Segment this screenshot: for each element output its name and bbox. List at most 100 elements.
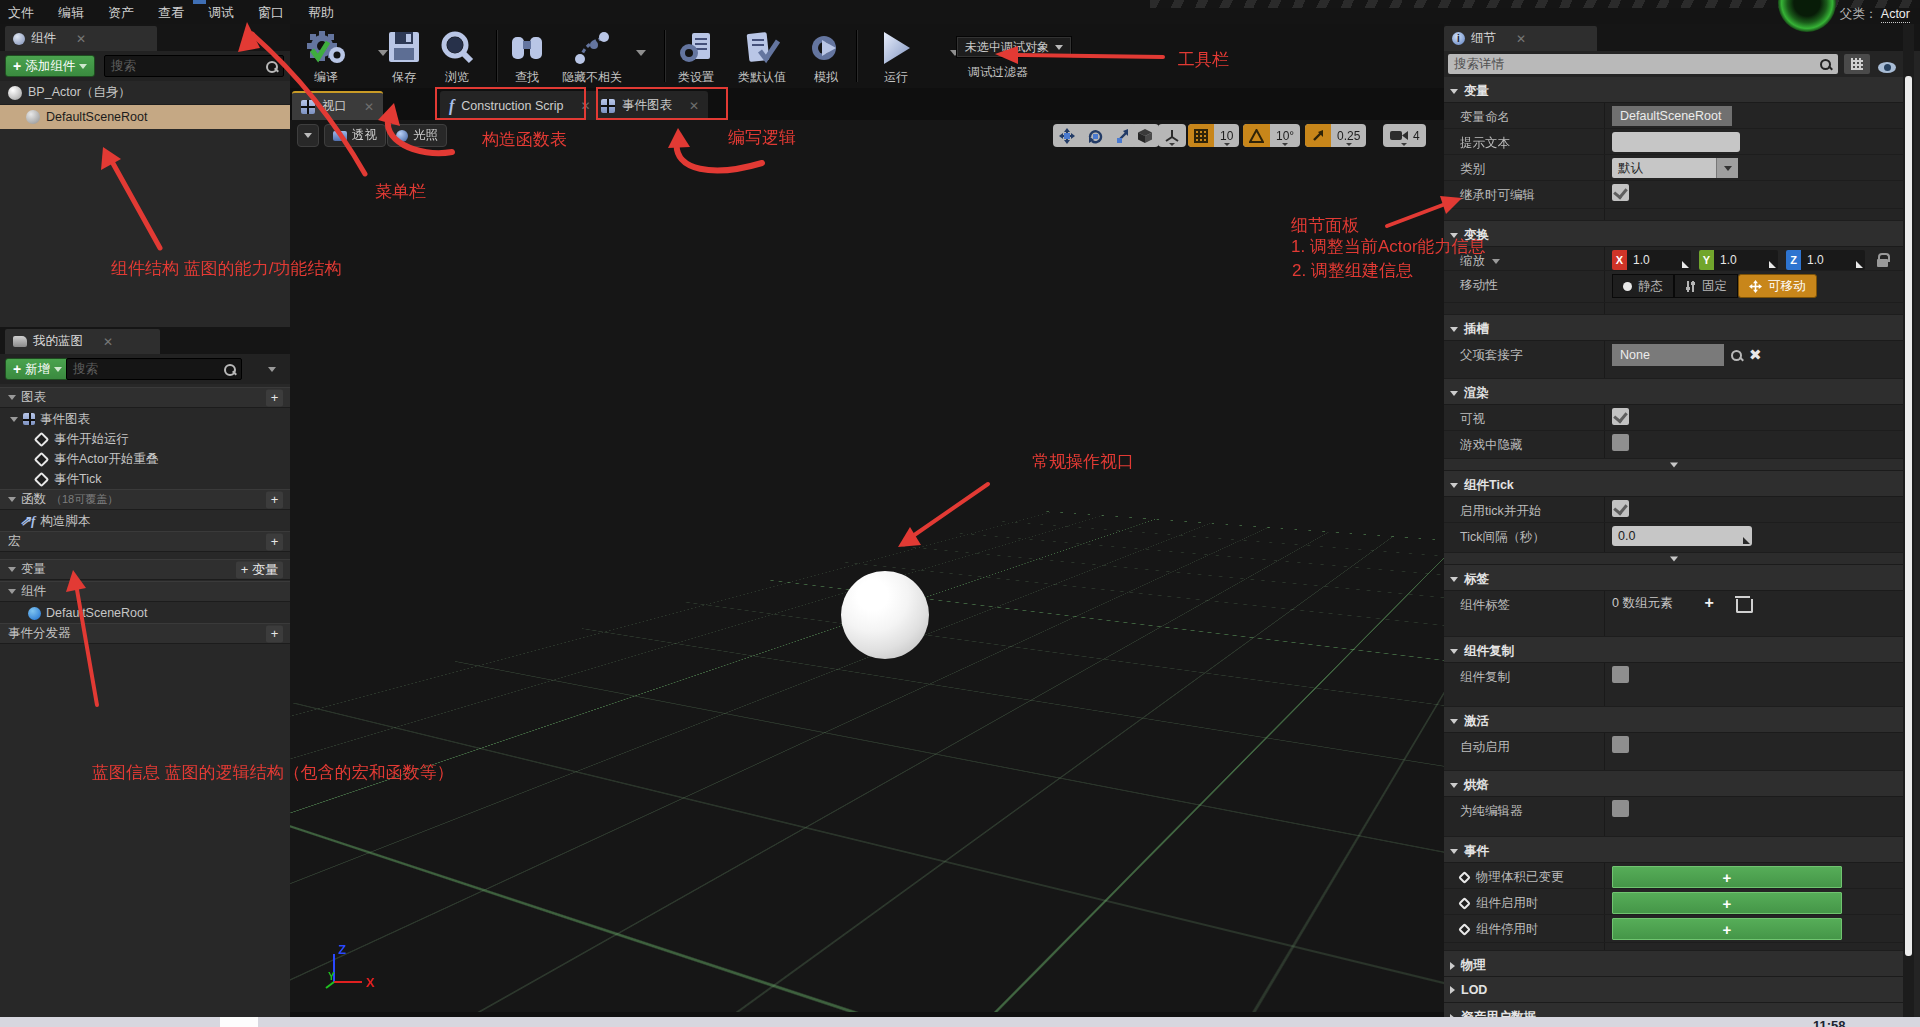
details-scrollbar[interactable] [1903, 24, 1914, 1017]
toolbar-button-browse[interactable]: 浏览 [438, 28, 476, 86]
details-section-22[interactable]: 组件复制 [1444, 637, 1903, 663]
close-icon[interactable]: ✕ [103, 335, 113, 349]
toolbar-button-simulate[interactable]: 模拟 [806, 28, 846, 86]
menu-item-2[interactable]: 资产 [108, 4, 134, 22]
tab-event-graph[interactable]: 事件图表✕ [592, 91, 708, 120]
menu-item-5[interactable]: 窗口 [258, 4, 284, 22]
blueprint-section-9[interactable]: 组件 [0, 581, 290, 602]
details-section-16[interactable]: 组件Tick [1444, 471, 1903, 497]
advanced-expander[interactable] [1444, 459, 1903, 471]
blueprint-section-8[interactable]: 变量+ 变量 [0, 559, 290, 580]
tab-components[interactable]: 组件 ✕ [5, 26, 157, 51]
close-icon[interactable]: ✕ [689, 99, 699, 113]
mobility-1[interactable]: 固定 [1674, 274, 1738, 298]
add-component-button[interactable]: + 添加组件 [5, 55, 95, 77]
close-icon[interactable]: ✕ [76, 32, 86, 46]
move-tool[interactable] [1053, 124, 1081, 147]
details-section-34[interactable]: LOD [1444, 977, 1903, 1003]
variable-name-value[interactable]: DefaultSceneRoot [1612, 106, 1732, 126]
checkbox[interactable] [1612, 408, 1629, 425]
mobility-0[interactable]: 静态 [1612, 274, 1674, 298]
blueprint-item-1[interactable]: 事件图表 [0, 409, 290, 429]
scale-snap-value[interactable]: 0.25 [1331, 124, 1366, 147]
tooltip-input[interactable] [1612, 132, 1740, 152]
lit-button[interactable]: 光照 [387, 124, 447, 147]
blueprint-item-4[interactable]: 事件Tick [0, 469, 290, 489]
menu-item-4[interactable]: 调试 [208, 4, 234, 22]
add-icon[interactable]: + [266, 625, 283, 642]
details-section-33[interactable]: 物理 [1444, 951, 1903, 977]
menu-item-1[interactable]: 编辑 [58, 4, 84, 22]
menu-item-6[interactable]: 帮助 [308, 4, 334, 22]
expand-arrow-icon[interactable] [8, 567, 16, 572]
add-event-button[interactable]: + [1612, 892, 1842, 914]
toolbar-button-play[interactable]: 运行 [876, 28, 916, 86]
blueprint-section-0[interactable]: 图表+ [0, 387, 290, 408]
close-icon[interactable]: ✕ [364, 100, 374, 114]
search-icon[interactable] [1730, 349, 1743, 362]
add-new-button[interactable]: + 新增 [5, 358, 70, 380]
rotation-snap-toggle[interactable] [1243, 124, 1270, 147]
toolbar-button-save[interactable]: 保存 [386, 28, 422, 86]
toolbar-button-hide-unrelated[interactable]: 隐藏不相关 [562, 28, 622, 86]
expand-arrow-icon[interactable] [8, 497, 16, 502]
rotation-snap-value[interactable]: 10° [1270, 124, 1300, 147]
debug-object-dropdown[interactable]: 未选中调试对象 [956, 36, 1072, 58]
details-section-24[interactable]: 激活 [1444, 707, 1903, 733]
components-search-input[interactable]: 搜索 [104, 55, 284, 77]
component-row-0[interactable]: BP_Actor（自身） [0, 81, 290, 105]
details-section-26[interactable]: 烘焙 [1444, 771, 1903, 797]
toolbar-button-compile[interactable]: 编译 [304, 28, 348, 86]
lock-icon[interactable] [1877, 253, 1889, 267]
scale-z-field[interactable]: Z1.0 [1786, 250, 1865, 270]
blueprint-item-2[interactable]: 事件开始运行 [0, 429, 290, 449]
menu-item-3[interactable]: 查看 [158, 4, 184, 22]
eye-icon[interactable] [1878, 62, 1896, 73]
checkbox[interactable] [1612, 500, 1629, 517]
checkbox[interactable] [1612, 184, 1629, 201]
blueprint-section-7[interactable]: 宏+ [0, 531, 290, 552]
expand-arrow-icon[interactable] [8, 589, 16, 594]
surface-snap-button[interactable] [1158, 124, 1186, 147]
tab-viewport[interactable]: 视口✕ [292, 91, 383, 120]
checkbox[interactable] [1612, 434, 1629, 451]
parent-socket-value[interactable]: None [1612, 344, 1724, 366]
toolbar-button-class-settings[interactable]: 类设置 [676, 28, 716, 86]
tick-interval-field[interactable]: 0.0 [1612, 526, 1752, 546]
mobility-2[interactable]: 可移动 [1738, 274, 1817, 298]
sphere-mesh[interactable] [841, 571, 929, 659]
blueprint-item-10[interactable]: DefaultSceneRoot [0, 603, 290, 623]
viewport[interactable]: 透视 光照 1010°0.254 Z X Y [290, 120, 1444, 1012]
add-icon[interactable]: + [266, 533, 283, 550]
details-section-6[interactable]: 变换 [1444, 221, 1903, 247]
checkbox[interactable] [1612, 666, 1629, 683]
details-section-0[interactable]: 变量 [1444, 77, 1903, 103]
tab-my-blueprint[interactable]: 我的蓝图 ✕ [5, 329, 160, 354]
add-icon[interactable]: + [266, 491, 283, 508]
add-event-button[interactable]: + [1612, 918, 1842, 940]
expand-arrow-icon[interactable] [10, 417, 18, 422]
trash-icon[interactable] [1736, 596, 1749, 611]
viewport-options-button[interactable] [297, 124, 319, 147]
add-icon[interactable]: + [266, 389, 283, 406]
blueprint-item-6[interactable]: ⇗f构造脚本 [0, 511, 290, 531]
blueprint-section-5[interactable]: 函数（18可覆盖）+ [0, 489, 290, 510]
grid-snap-toggle[interactable] [1188, 124, 1214, 147]
toolbar-button-find[interactable]: 查找 [508, 28, 546, 86]
scale-x-field[interactable]: X1.0 [1612, 250, 1691, 270]
blueprint-search-input[interactable]: 搜索 [66, 358, 242, 380]
grid-snap-value[interactable]: 10 [1214, 124, 1239, 147]
toolbar-button-class-defaults[interactable]: 类默认值 [738, 28, 786, 86]
camera-speed-button[interactable]: 4 [1383, 124, 1426, 147]
taskbar-item[interactable] [220, 1017, 258, 1027]
details-section-12[interactable]: 渲染 [1444, 379, 1903, 405]
menu-item-0[interactable]: 文件 [8, 4, 34, 22]
display-filter-button[interactable] [1844, 54, 1870, 74]
scrollbar-thumb[interactable] [1905, 76, 1912, 956]
tab-construction-script[interactable]: fConstruction Scrip✕ [440, 91, 600, 120]
parent-class-link[interactable]: Actor [1881, 7, 1910, 23]
checkbox[interactable] [1612, 800, 1629, 817]
add-variable-button[interactable]: + 变量 [236, 561, 283, 578]
perspective-button[interactable]: 透视 [324, 124, 386, 147]
close-icon[interactable]: ✕ [580, 99, 590, 113]
